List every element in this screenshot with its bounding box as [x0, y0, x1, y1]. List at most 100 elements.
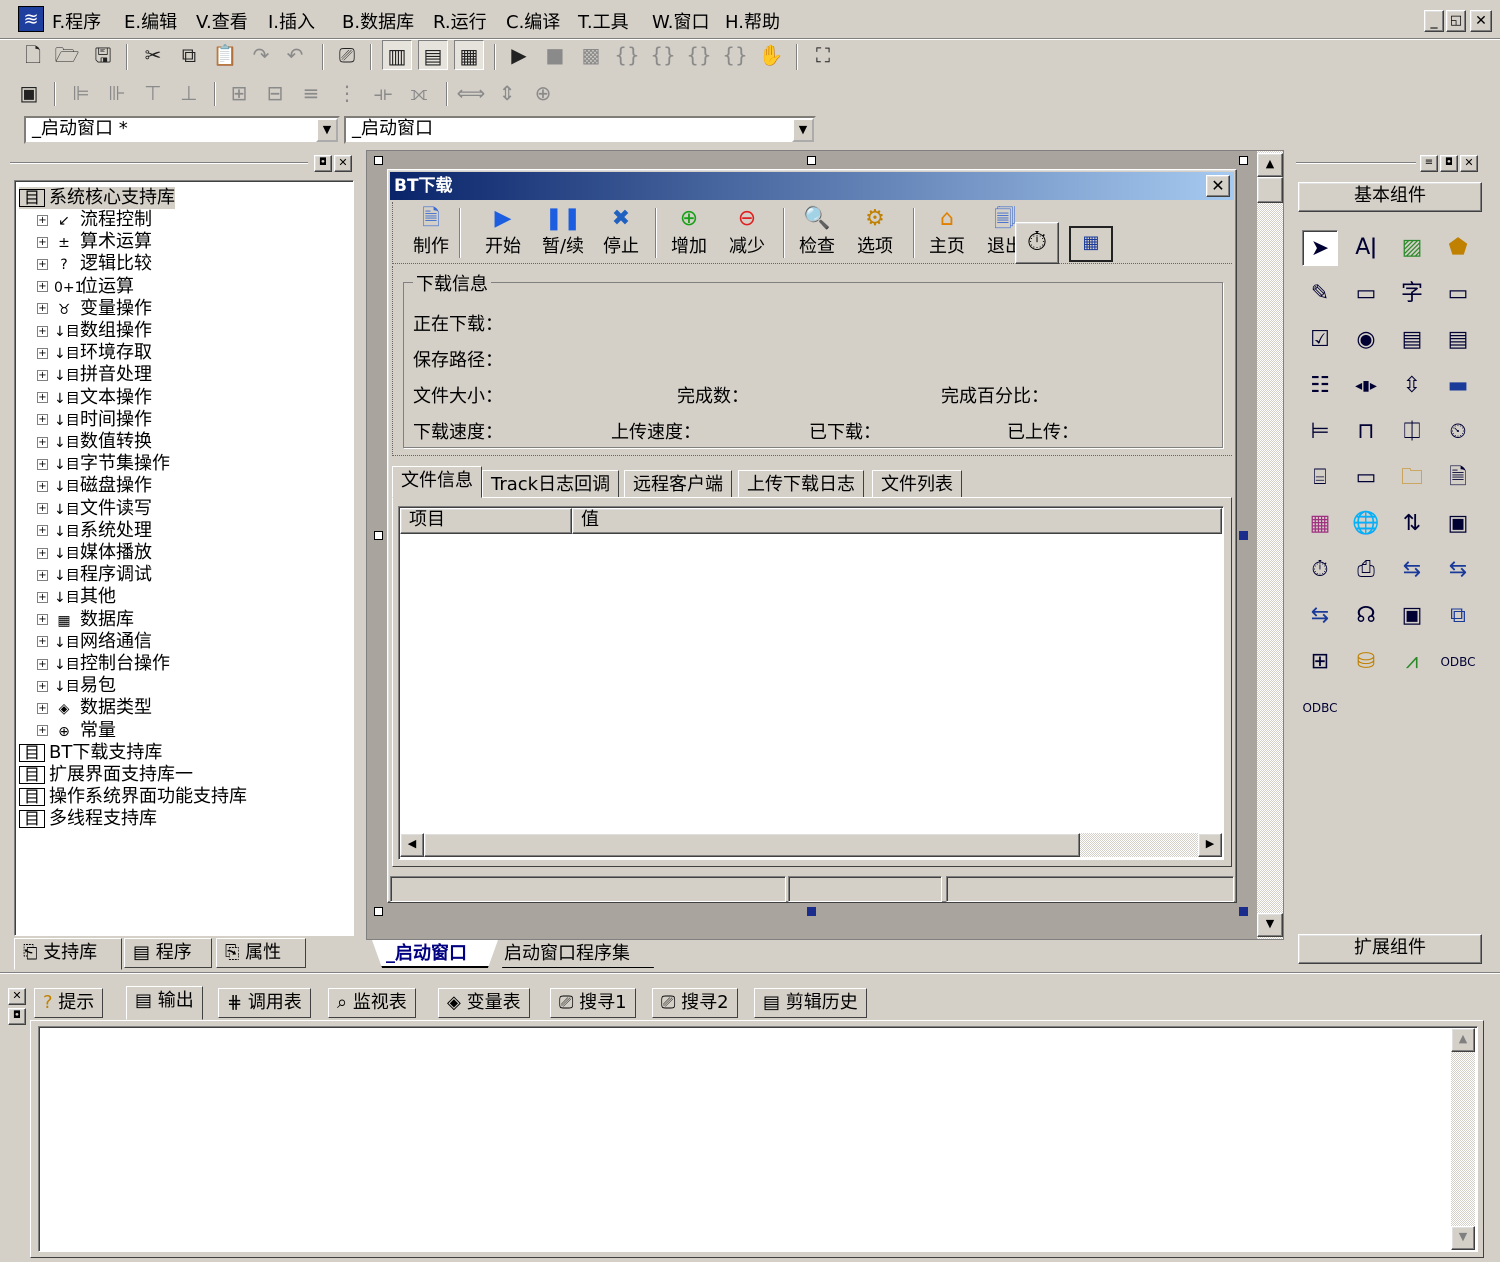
form-window[interactable]: BT下载 ✕ 🗎 制作 ▶ 开始 ❚❚ 暂/续 ✖ 停止 ⊕ 增加 ⊖ 减少 🔍 检查 ⚙ 选项…	[387, 169, 1237, 903]
add-button[interactable]: ⊕ 增加	[665, 206, 713, 258]
tab-program[interactable]: ▤ 程序	[124, 938, 212, 968]
scroll-down-icon[interactable]: ▼	[1257, 913, 1283, 937]
expand-icon[interactable]: +	[37, 569, 48, 581]
expand-icon[interactable]: +	[37, 503, 48, 515]
library-item[interactable]: 目操作系统界面功能支持库	[19, 786, 247, 808]
tree-item[interactable]: + ↓目数组操作	[37, 320, 152, 342]
hyperlink-icon[interactable]: 🌐	[1348, 506, 1384, 542]
adjuster-icon[interactable]: ⇅	[1394, 506, 1430, 542]
expand-icon[interactable]: +	[37, 702, 48, 714]
options-button[interactable]: ⚙ 选项	[851, 206, 899, 258]
tab-file-list[interactable]: 文件列表	[872, 470, 962, 498]
database-icon[interactable]: ⛁	[1348, 644, 1384, 680]
new-file-icon[interactable]: 🗋	[18, 40, 48, 70]
menu-compile[interactable]: C.编译	[506, 8, 560, 34]
binoculars-icon[interactable]: ⛶	[808, 40, 838, 70]
align-bottom-icon[interactable]: ⊥	[174, 78, 204, 108]
debug-1-icon[interactable]: ▩	[576, 40, 606, 70]
center-h-icon[interactable]: ⊞	[224, 78, 254, 108]
layout-1-icon[interactable]: ▥	[382, 40, 412, 70]
expand-icon[interactable]: +	[37, 614, 48, 626]
restore-button[interactable]: ◱	[1446, 10, 1466, 32]
same-width-icon[interactable]: ⟺	[456, 78, 486, 108]
tab-clip-history[interactable]: ▤ 剪辑历史	[754, 988, 867, 1018]
tree-item[interactable]: + ▦ 数据库	[37, 609, 134, 631]
tree-item[interactable]: + ↓目时间操作	[37, 409, 152, 431]
column-header-value[interactable]: 值	[572, 508, 1222, 534]
open-folder-icon[interactable]: 🗁	[52, 40, 82, 70]
space-v-icon[interactable]: ⋮	[332, 78, 362, 108]
expand-icon[interactable]: +	[37, 547, 48, 559]
stop-button[interactable]: ✖ 停止	[597, 206, 645, 258]
tree-item[interactable]: + ♉ 变量操作	[37, 298, 152, 320]
panel-icon[interactable]: ▭	[1348, 460, 1384, 496]
window-icon[interactable]: ▣	[1394, 598, 1430, 634]
component-icon[interactable]: ▦	[1069, 226, 1113, 262]
tab-transfer-log[interactable]: 上传下载日志	[738, 470, 864, 498]
make-button[interactable]: 🗎 制作	[407, 206, 455, 258]
panel-close-icon[interactable]: ✕	[334, 155, 352, 172]
expand-icon[interactable]: +	[37, 414, 48, 426]
center-v-icon[interactable]: ⊟	[260, 78, 290, 108]
layout-2-icon[interactable]: ▤	[418, 40, 448, 70]
tree-item[interactable]: + ↓目字节集操作	[37, 453, 170, 475]
tab-startup-window-code[interactable]: 启动窗口程序集	[492, 940, 664, 968]
expand-icon[interactable]: +	[37, 680, 48, 692]
same-height-icon[interactable]: ⇕	[492, 78, 522, 108]
file-box-icon[interactable]: 🗎	[1440, 460, 1476, 496]
chevron-down-icon[interactable]: ▼	[316, 118, 338, 142]
chart-icon[interactable]: ⩘	[1394, 644, 1430, 680]
tab-search-1[interactable]: ⎚ 搜寻1	[550, 988, 636, 1018]
menu-tools[interactable]: T.工具	[578, 8, 629, 34]
same-size-icon[interactable]: ⊕	[528, 78, 558, 108]
tab-startup-window[interactable]: _启动窗口	[372, 940, 498, 968]
tab-watch[interactable]: ⌕ 监视表	[328, 988, 416, 1018]
h-scrollbar-icon[interactable]: ◂▮▸	[1348, 368, 1384, 404]
select-list-icon[interactable]: ☷	[1302, 368, 1338, 404]
tree-item[interactable]: + ↓目文件读写	[37, 498, 152, 520]
extended-components-header[interactable]: 扩展组件	[1298, 934, 1482, 964]
label-icon[interactable]: Aǀ	[1348, 230, 1384, 266]
combobox-icon[interactable]: ▤	[1394, 322, 1430, 358]
expand-icon[interactable]: +	[37, 436, 48, 448]
progress-icon[interactable]: ▬	[1440, 368, 1476, 404]
tree-item[interactable]: + ↙ 流程控制	[37, 209, 152, 231]
timer-icon[interactable]: ⏱	[1015, 222, 1059, 264]
text-icon[interactable]: 字	[1394, 276, 1430, 312]
serial-port-icon[interactable]: ⧉	[1440, 598, 1476, 634]
tab-call-stack[interactable]: ⋕ 调用表	[218, 988, 311, 1018]
expand-icon[interactable]: +	[37, 236, 48, 248]
basic-components-header[interactable]: 基本组件	[1298, 182, 1482, 212]
tree-item[interactable]: + ↓目磁盘操作	[37, 475, 152, 497]
tree-item[interactable]: + ↓目控制台操作	[37, 653, 170, 675]
redo-icon[interactable]: ↷	[246, 40, 276, 70]
slider-icon[interactable]: ⊨	[1302, 414, 1338, 450]
distribute-h-icon[interactable]: ⟛	[368, 78, 398, 108]
splitter-icon[interactable]: ⎅	[1394, 414, 1430, 450]
check-button[interactable]: 🔍 检查	[793, 206, 841, 258]
close-button[interactable]: ✕	[1470, 10, 1492, 32]
debug-5-icon[interactable]: {}	[720, 40, 750, 70]
menu-database[interactable]: B.数据库	[342, 8, 414, 34]
expand-icon[interactable]: +	[37, 525, 48, 537]
shape-icon[interactable]: ⬟	[1440, 230, 1476, 266]
palette-menu-icon[interactable]: ≡	[1420, 155, 1438, 172]
minimize-button[interactable]: _	[1424, 10, 1444, 32]
odbc-icon[interactable]: ODBC	[1440, 644, 1476, 680]
menu-program[interactable]: F.程序	[52, 8, 101, 34]
form-icon[interactable]: ▣	[14, 78, 44, 108]
menu-window[interactable]: W.窗口	[652, 8, 709, 34]
stopwatch-icon[interactable]: ⏱	[1302, 552, 1338, 588]
odbc-table-icon[interactable]: ODBC	[1302, 690, 1338, 726]
tab-variables[interactable]: ◈ 变量表	[438, 988, 530, 1018]
tab-hint[interactable]: ? 提示	[34, 988, 104, 1018]
expand-icon[interactable]: +	[37, 214, 48, 226]
expand-icon[interactable]: +	[37, 281, 48, 293]
tree-item[interactable]: + ↓目程序调试	[37, 564, 152, 586]
tree-item[interactable]: + ◈ 数据类型	[37, 697, 152, 719]
tab-track-log[interactable]: Track日志回调	[482, 470, 620, 498]
tree-item[interactable]: + ↓目拼音处理	[37, 364, 152, 386]
align-top-icon[interactable]: ⊤	[138, 78, 168, 108]
align-left-icon[interactable]: ⊫	[66, 78, 96, 108]
picture-icon[interactable]: ▨	[1394, 230, 1430, 266]
